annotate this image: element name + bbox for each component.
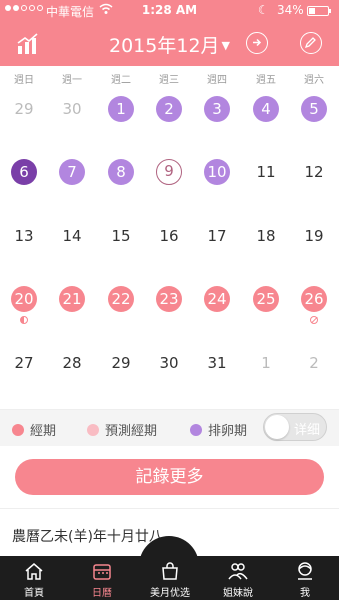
calendar-day[interactable]: 9 (156, 159, 182, 185)
status-bar: 中華電信 1:28 AM ☾ 34% (0, 0, 339, 22)
calendar-day[interactable]: 15 (108, 223, 134, 249)
weekday-label: 週五 (256, 75, 276, 86)
profile-icon (298, 562, 312, 580)
calendar-icon (93, 564, 111, 580)
tab-shop-label: 美月优选 (150, 588, 190, 599)
weekday-label: 週日 (14, 75, 34, 86)
predicted-dot-icon (87, 423, 99, 436)
calendar-day[interactable]: 29 (108, 350, 134, 376)
tab-sisters[interactable]: 姐妹說 (204, 556, 272, 600)
month-selector[interactable]: 2015年12月 ▼ (0, 31, 339, 58)
period-dot-icon (12, 423, 24, 436)
calendar-day[interactable]: 31 (204, 350, 230, 376)
legend-predicted-period: 預測經期 (87, 420, 157, 439)
calendar-day[interactable]: 18 (253, 223, 279, 249)
tab-me[interactable]: 我 (271, 556, 339, 600)
calendar-day[interactable]: 22 (108, 286, 134, 312)
calendar-day[interactable]: 6 (11, 159, 37, 185)
calendar-day[interactable]: 1 (253, 350, 279, 376)
lunar-date: 農曆乙未(羊)年十月廿八 (12, 529, 163, 545)
detail-toggle[interactable]: 详细 (263, 413, 327, 441)
tab-shop[interactable]: 美月优选 (136, 556, 204, 600)
calendar-day[interactable]: 1 (108, 96, 134, 122)
home-icon (25, 563, 43, 580)
weekday-row: 週日 週一 週二 週三 週四 週五 週六 (0, 71, 339, 87)
record-more-button[interactable]: 記錄更多 (15, 459, 324, 495)
tab-me-label: 我 (300, 588, 310, 599)
calendar-day[interactable]: 2 (301, 350, 327, 376)
tab-sisters-label: 姐妹說 (223, 588, 253, 599)
legend-ovulation-label: 排卵期 (208, 424, 248, 439)
calendar-day[interactable]: 3 (204, 96, 230, 122)
calendar-day[interactable]: 23 (156, 286, 182, 312)
toggle-knob (265, 415, 289, 439)
weekday-label: 週二 (111, 75, 131, 86)
calendar-day[interactable]: 20 (11, 286, 37, 312)
calendar-day[interactable]: 8 (108, 159, 134, 185)
calendar-day[interactable]: 24 (204, 286, 230, 312)
moon-icon: ☾ (258, 3, 269, 17)
caret-down-icon: ▼ (221, 39, 230, 52)
calendar-day[interactable]: 14 (59, 223, 85, 249)
weekday-label: 週四 (207, 75, 227, 86)
tab-calendar-label: 日曆 (92, 588, 112, 599)
calendar-day[interactable]: 12 (301, 159, 327, 185)
calendar-day[interactable]: 10 (204, 159, 230, 185)
ovulation-dot-icon (190, 423, 202, 436)
tab-home[interactable]: 首頁 (0, 556, 68, 600)
edit-icon[interactable] (300, 32, 322, 54)
shopping-bag-icon (162, 562, 178, 580)
legend-period-label: 經期 (30, 424, 57, 439)
month-title: 2015年12月 (109, 35, 220, 57)
battery-icon (307, 6, 331, 16)
calendar-day[interactable]: 21 (59, 286, 85, 312)
legend-bar: 經期 預測經期 排卵期 详细 (0, 410, 339, 446)
legend-period: 經期 (12, 420, 56, 439)
calendar-day[interactable]: 16 (156, 223, 182, 249)
calendar-day[interactable]: 28 (59, 350, 85, 376)
tab-home-label: 首頁 (24, 588, 44, 599)
calendar-day[interactable]: 27 (11, 350, 37, 376)
weekday-label: 週一 (62, 75, 82, 86)
calendar-day[interactable]: 4 (253, 96, 279, 122)
share-icon[interactable] (246, 32, 268, 54)
legend-predicted-label: 預測經期 (105, 424, 158, 439)
toggle-label: 详细 (294, 423, 321, 438)
calendar-day[interactable]: 29 (11, 96, 37, 122)
people-icon (228, 563, 248, 580)
weekday-label: 週六 (304, 75, 324, 86)
tab-bar: 首頁 日曆 美月优选 姐妹說 我 (0, 556, 339, 600)
no-sign-icon (310, 316, 318, 324)
calendar-day[interactable]: 7 (59, 159, 85, 185)
calendar-day[interactable]: 25 (253, 286, 279, 312)
calendar-day[interactable]: 30 (59, 96, 85, 122)
half-circle-icon (20, 316, 28, 324)
calendar-day[interactable]: 13 (11, 223, 37, 249)
calendar-day[interactable]: 17 (204, 223, 230, 249)
weekday-label: 週三 (159, 75, 179, 86)
calendar-day[interactable]: 26 (301, 286, 327, 312)
calendar-day[interactable]: 5 (301, 96, 327, 122)
section-divider (0, 508, 339, 509)
calendar-day[interactable]: 19 (301, 223, 327, 249)
legend-ovulation: 排卵期 (190, 420, 247, 439)
calendar-day[interactable]: 11 (253, 159, 279, 185)
calendar-day[interactable]: 2 (156, 96, 182, 122)
battery-percent: 34% (277, 3, 304, 17)
tab-calendar[interactable]: 日曆 (68, 556, 136, 600)
header-bar: 2015年12月 ▼ (0, 22, 339, 66)
calendar-day[interactable]: 30 (156, 350, 182, 376)
